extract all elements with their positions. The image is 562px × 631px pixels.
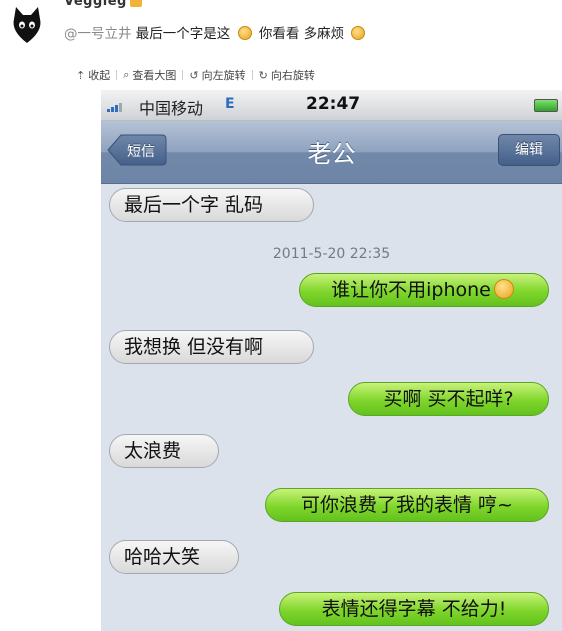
- rotate-right-icon: ↻: [258, 68, 268, 82]
- rotate-left-icon: ↺: [189, 68, 199, 82]
- carrier-name: 中国移动: [139, 99, 204, 118]
- message-text: 买啊 买不起咩?: [383, 388, 514, 410]
- message-timestamp: 2011-5-20 22:35: [272, 246, 391, 262]
- message-text: 太浪费: [124, 440, 182, 462]
- message-text: 可你浪费了我的表情 哼~: [301, 494, 513, 516]
- message-bubble-outgoing[interactable]: 谁让你不用iphone: [299, 273, 549, 307]
- rotate-right-label: 向右旋转: [270, 69, 315, 82]
- network-type: E: [225, 96, 235, 112]
- member-badge-icon: [129, 0, 142, 7]
- conversation-title: 老公: [307, 140, 356, 168]
- message-text: 最后一个字 乱码: [124, 194, 264, 216]
- signal-bars-icon: [107, 102, 127, 112]
- rotate-right-button[interactable]: ↻ 向右旋转: [253, 67, 321, 83]
- message-bubble-incoming[interactable]: 太浪费: [109, 434, 219, 468]
- rotate-left-label: 向左旋转: [201, 69, 246, 82]
- sms-screenshot[interactable]: 中国移动 E 22:47 短信 老公 编辑 最后一个字 乱码 2011-5-20…: [101, 90, 562, 631]
- smirk-emoji-icon: [351, 26, 366, 40]
- collapse-label: 收起: [88, 69, 111, 82]
- collapse-button[interactable]: ⇡ 收起: [70, 67, 116, 83]
- username-text[interactable]: Veggieg: [64, 0, 127, 9]
- user-avatar[interactable]: [10, 5, 44, 45]
- message-text: 哈哈大笑: [124, 546, 201, 568]
- rotate-left-button[interactable]: ↺ 向左旋转: [183, 67, 251, 83]
- message-thread[interactable]: 最后一个字 乱码 2011-5-20 22:35 谁让你不用iphone 我想换…: [101, 184, 562, 631]
- comment-part-1: 最后一个字是这: [135, 26, 231, 42]
- message-text: 表情还得字幕 不给力!: [321, 598, 507, 620]
- edit-button[interactable]: 编辑: [498, 134, 560, 166]
- smirk-emoji-icon: [493, 279, 514, 299]
- comment-part-2: 你看看 多麻烦: [258, 26, 345, 42]
- username[interactable]: Veggieg: [64, 0, 142, 9]
- message-bubble-incoming[interactable]: 哈哈大笑: [109, 540, 239, 574]
- view-large-label: 查看大图: [132, 69, 177, 82]
- image-toolbar: ⇡ 收起 ⌕ 查看大图 ↺ 向左旋转 ↻ 向右旋转: [70, 62, 321, 88]
- comment-text: @一号立井 最后一个字是这 你看看 多麻烦: [64, 22, 368, 42]
- magnifier-icon: ⌕: [123, 68, 130, 81]
- up-arrow-icon: ⇡: [76, 68, 86, 82]
- mention-link[interactable]: @一号立井: [64, 26, 132, 42]
- frown-emoji-icon: [237, 26, 252, 40]
- status-time: 22:47: [306, 94, 361, 114]
- message-text: 谁让你不用iphone: [331, 279, 491, 301]
- message-bubble-outgoing[interactable]: 可你浪费了我的表情 哼~: [265, 488, 549, 522]
- status-bar: 中国移动 E 22:47: [101, 90, 562, 121]
- message-bubble-outgoing[interactable]: 表情还得字幕 不给力!: [279, 592, 549, 626]
- navigation-bar: 短信 老公 编辑: [101, 121, 562, 184]
- message-bubble-incoming[interactable]: 最后一个字 乱码: [109, 188, 314, 222]
- message-bubble-outgoing[interactable]: 买啊 买不起咩?: [348, 382, 549, 416]
- view-large-button[interactable]: ⌕ 查看大图: [117, 67, 182, 83]
- message-bubble-incoming[interactable]: 我想换 但没有啊: [109, 330, 314, 364]
- post-header: Veggieg @一号立井 最后一个字是这 你看看 多麻烦: [0, 0, 562, 56]
- message-text: 我想换 但没有啊: [124, 336, 264, 358]
- battery-icon: [534, 99, 558, 112]
